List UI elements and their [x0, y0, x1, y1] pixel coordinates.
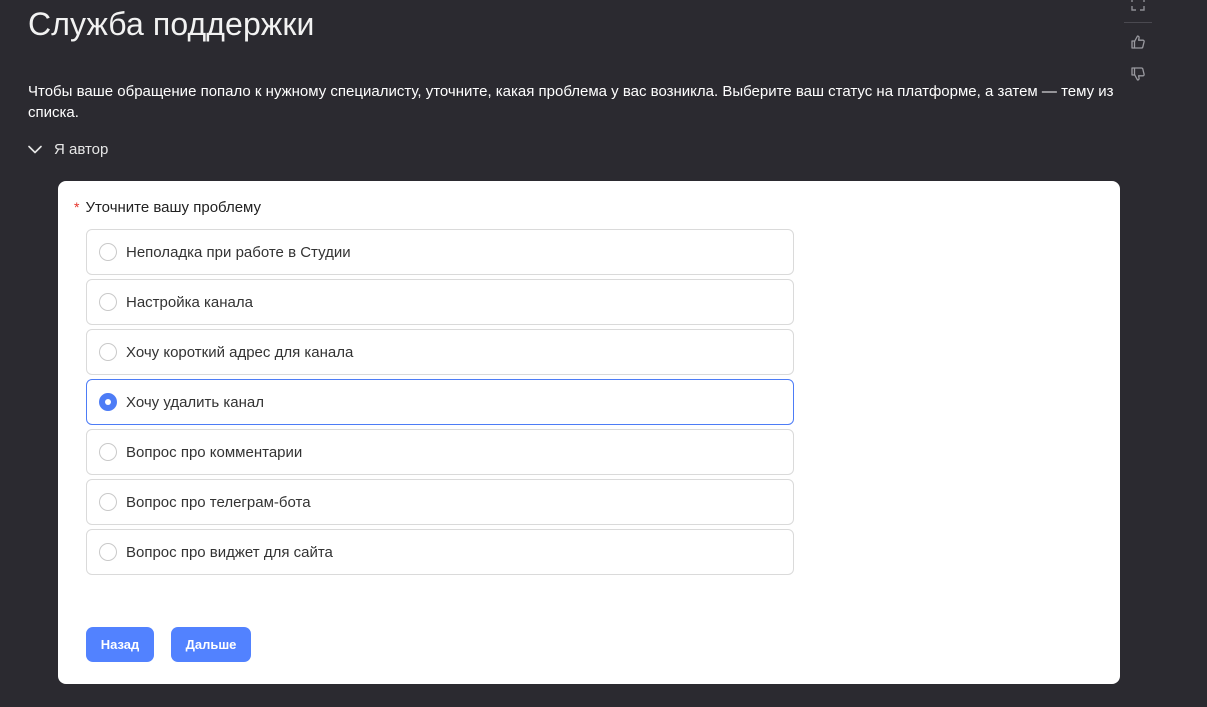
radio-button[interactable]: [99, 243, 117, 261]
rail-divider: [1124, 22, 1152, 23]
intro-text: Чтобы ваше обращение попало к нужному сп…: [28, 83, 1114, 121]
section-label: Я автор: [54, 141, 109, 158]
problem-form-card: * Уточните вашу проблему Неполадка при р…: [58, 181, 1120, 684]
support-page: Служба поддержки Чтобы ваше обращение по…: [0, 0, 1207, 707]
question-text: Уточните вашу проблему: [85, 199, 262, 216]
author-section-toggle[interactable]: Я автор: [28, 141, 108, 158]
option-label: Неполадка при работе в Студии: [126, 243, 351, 261]
page-title: Служба поддержки: [28, 6, 315, 42]
required-marker: *: [74, 199, 80, 215]
problem-options: Неполадка при работе в Студии Настройка …: [86, 229, 794, 579]
radio-button[interactable]: [99, 493, 117, 511]
option-site-widget[interactable]: Вопрос про виджет для сайта: [86, 529, 794, 575]
next-button[interactable]: Дальше: [171, 627, 251, 662]
option-label: Настройка канала: [126, 293, 253, 311]
option-telegram-bot[interactable]: Вопрос про телеграм-бота: [86, 479, 794, 525]
option-channel-settings[interactable]: Настройка канала: [86, 279, 794, 325]
option-short-address[interactable]: Хочу короткий адрес для канала: [86, 329, 794, 375]
radio-button[interactable]: [99, 343, 117, 361]
thumbs-up-icon[interactable]: [1130, 34, 1146, 50]
question-label: * Уточните вашу проблему: [74, 199, 261, 216]
option-studio-issue[interactable]: Неполадка при работе в Студии: [86, 229, 794, 275]
radio-button[interactable]: [99, 443, 117, 461]
fullscreen-icon[interactable]: [1130, 0, 1146, 12]
option-label: Хочу короткий адрес для канала: [126, 343, 354, 361]
radio-button[interactable]: [99, 293, 117, 311]
option-label: Вопрос про виджет для сайта: [126, 543, 333, 561]
thumbs-down-icon[interactable]: [1130, 66, 1146, 82]
back-button[interactable]: Назад: [86, 627, 154, 662]
option-label: Вопрос про комментарии: [126, 443, 303, 461]
radio-button[interactable]: [99, 543, 117, 561]
option-comments[interactable]: Вопрос про комментарии: [86, 429, 794, 475]
chevron-down-icon: [28, 145, 42, 154]
radio-button-selected[interactable]: [99, 393, 117, 411]
option-label: Хочу удалить канал: [126, 393, 265, 411]
option-label: Вопрос про телеграм-бота: [126, 493, 311, 511]
form-actions: Назад Дальше: [86, 627, 251, 662]
option-delete-channel[interactable]: Хочу удалить канал: [86, 379, 794, 425]
